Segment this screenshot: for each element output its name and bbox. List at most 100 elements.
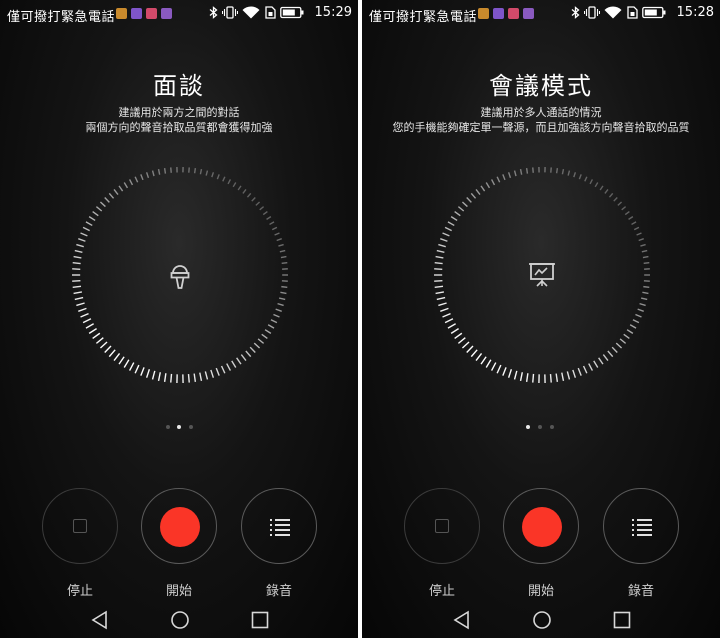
orange-app-icon [478, 8, 489, 19]
dial-tick [615, 342, 623, 349]
dial-tick [604, 189, 609, 194]
dial-tick [444, 226, 452, 232]
dial-tick [513, 370, 518, 380]
back-icon[interactable] [90, 610, 110, 630]
dial-tick [525, 373, 529, 382]
dial-tick [573, 172, 577, 178]
page-indicator [362, 423, 720, 431]
dial-tick [187, 374, 190, 383]
dial-tick [589, 179, 594, 185]
page-dot-1[interactable] [166, 425, 170, 429]
dial-tick [631, 221, 637, 226]
dial-tick [157, 169, 161, 175]
orange-app-icon [116, 8, 127, 19]
dial-tick [199, 372, 203, 381]
dial-tick [636, 232, 642, 236]
stop-button[interactable] [404, 488, 480, 564]
dial-tick [438, 243, 446, 248]
dial-tick [204, 371, 209, 380]
dial-tick [113, 189, 119, 195]
recents-icon[interactable] [250, 610, 270, 630]
list-icon [270, 519, 290, 536]
dial-tick [621, 206, 627, 211]
dial-tick [561, 372, 565, 381]
dial-tick [273, 313, 280, 318]
dial-tick [242, 189, 247, 194]
dial-tick [275, 308, 282, 312]
dial-tick [278, 297, 286, 301]
back-icon[interactable] [452, 610, 472, 630]
vibrate-icon [221, 6, 238, 19]
dial-tick [267, 324, 275, 329]
dial-tick [123, 182, 129, 189]
page-dot-2[interactable] [177, 425, 181, 429]
dial-tick [128, 362, 135, 371]
stop-button[interactable] [42, 488, 118, 564]
dial-tick [466, 197, 472, 203]
dial-tick [635, 313, 642, 318]
dial-tick [257, 338, 265, 344]
page-dot-3[interactable] [550, 425, 554, 429]
phone-screen-meeting: 僅可撥打緊急電話 15:28 會議模式 建議用於多人通話的情況 您的手機能夠確定… [362, 0, 720, 638]
dial-tick [237, 185, 242, 191]
dial-tick [619, 338, 627, 344]
dial-tick [593, 360, 599, 368]
dial-tick [643, 285, 650, 289]
page-dot-3[interactable] [189, 425, 193, 429]
home-icon[interactable] [532, 610, 552, 630]
recordings-list-button[interactable] [603, 488, 679, 564]
page-dot-1[interactable] [526, 425, 530, 429]
dial-tick [73, 291, 83, 295]
dial-tick [632, 319, 640, 324]
dial-tick [280, 255, 287, 259]
dial-tick [193, 373, 197, 382]
dial-tick [436, 296, 446, 301]
dial-tick [450, 216, 458, 222]
dial-tick [82, 226, 90, 232]
home-icon[interactable] [170, 610, 190, 630]
record-button[interactable] [503, 488, 579, 564]
dial-tick [525, 168, 529, 174]
recordings-list-button[interactable] [241, 488, 317, 564]
dial-tick [281, 285, 288, 289]
dial-tick [566, 371, 571, 380]
dial-tick [274, 232, 280, 236]
page-dot-2[interactable] [538, 425, 542, 429]
dial-tick [470, 192, 477, 199]
dial-tick [555, 373, 559, 382]
dial-tick [92, 332, 101, 340]
dial-tick [262, 210, 268, 216]
dial-tick [623, 333, 630, 340]
bluetooth-icon [209, 6, 218, 19]
dial-tick [549, 374, 552, 383]
dial-tick [626, 329, 634, 334]
start-label: 開始 [527, 584, 554, 599]
dial-tick [480, 185, 486, 192]
dial-tick [108, 349, 116, 358]
carrier-text: 僅可撥打緊急電話 [369, 10, 478, 25]
recordings-label: 錄音 [265, 584, 292, 599]
mode-title: 面談 [153, 72, 205, 100]
dial-tick [611, 346, 618, 353]
dial-tick [231, 360, 237, 368]
record-icon [160, 507, 200, 547]
dial-tick [461, 201, 468, 208]
record-button[interactable] [141, 488, 217, 564]
dial-tick [450, 328, 459, 334]
dial-tick [145, 369, 151, 378]
recording-dial [70, 165, 290, 385]
dial-tick [205, 170, 209, 176]
dial-tick [447, 221, 455, 227]
dial-tick [457, 337, 466, 344]
recents-icon[interactable] [612, 610, 632, 630]
record-icon [522, 507, 562, 547]
dial-tick [642, 255, 649, 259]
purple-app-icon [493, 8, 504, 19]
dial-tick [163, 373, 167, 382]
dial-tick [280, 291, 287, 295]
dial-tick [582, 365, 588, 374]
dial-tick [270, 319, 278, 324]
dial-tick [85, 323, 94, 329]
status-time: 15:28 [676, 5, 714, 20]
vibrate-icon [583, 6, 600, 19]
